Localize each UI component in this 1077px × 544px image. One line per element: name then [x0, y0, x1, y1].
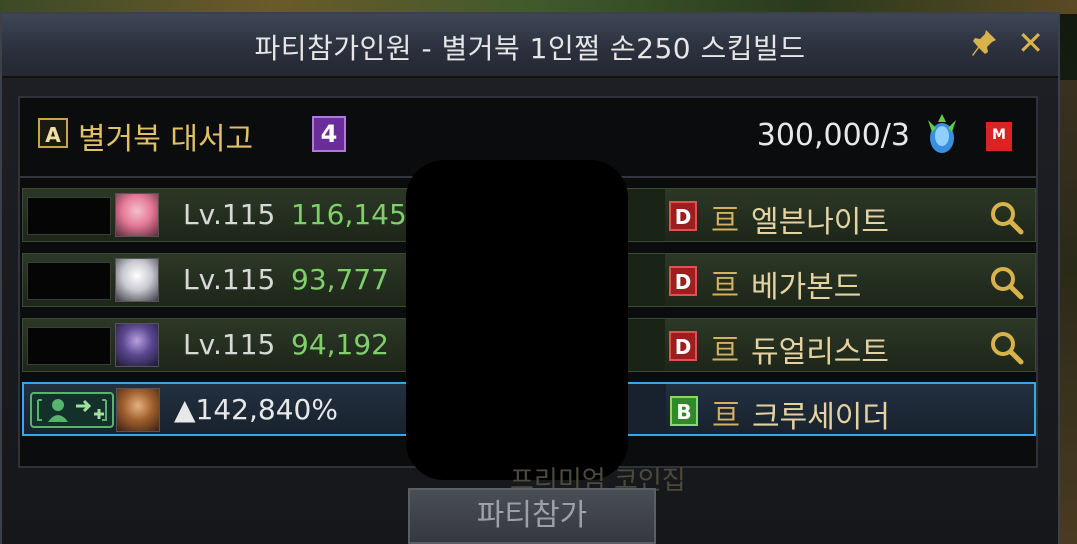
m-icon[interactable]: M	[986, 122, 1012, 151]
character-portrait	[116, 388, 160, 432]
rank-icon: 亘	[711, 333, 740, 366]
blue-gem-icon	[922, 112, 962, 156]
damage-rate: ▲142,840%	[174, 393, 338, 426]
grade-badge: D	[669, 331, 697, 361]
rank-icon: 亘	[712, 398, 741, 431]
recruit-icon[interactable]	[30, 392, 114, 428]
character-portrait	[115, 258, 159, 302]
title-bar: 파티참가인원 - 별거북 1인쩔 손250 스킵빌드 ✕	[2, 14, 1058, 78]
member-slot	[27, 197, 111, 235]
member-power: 94,192	[291, 328, 389, 361]
search-icon[interactable]	[987, 198, 1027, 238]
pin-icon[interactable]	[970, 28, 998, 65]
member-job: 듀얼리스트	[751, 335, 889, 370]
party-name: 별거북 대서고	[78, 122, 254, 157]
member-power: 93,777	[291, 263, 389, 296]
grade-badge: D	[669, 201, 697, 231]
search-icon[interactable]	[987, 263, 1027, 303]
window-title: 파티참가인원 - 별거북 1인쩔 손250 스킵빌드	[254, 32, 806, 65]
member-level: Lv.115	[183, 263, 276, 296]
search-icon[interactable]	[987, 328, 1027, 368]
close-icon[interactable]: ✕	[1017, 24, 1044, 62]
member-level: Lv.115	[183, 328, 276, 361]
grade-badge: D	[669, 266, 697, 296]
rank-icon: 亘	[711, 203, 740, 236]
party-type-badge: A	[38, 118, 68, 148]
member-power: 116,145	[291, 198, 407, 231]
entry-fee: 300,000/3	[756, 118, 910, 153]
grade-badge: B	[670, 396, 698, 426]
member-level: Lv.115	[183, 198, 276, 231]
member-job: 엘븐나이트	[751, 205, 889, 240]
redaction-blot	[406, 160, 628, 480]
join-party-button[interactable]: 파티참가	[408, 488, 656, 544]
character-portrait	[115, 193, 159, 237]
character-portrait	[115, 323, 159, 367]
rank-icon: 亘	[711, 268, 740, 301]
party-count-badge: 4	[312, 116, 346, 152]
member-slot	[27, 262, 111, 300]
member-slot	[27, 327, 111, 365]
member-job: 크루세이더	[752, 400, 890, 435]
member-job: 베가본드	[751, 270, 862, 305]
